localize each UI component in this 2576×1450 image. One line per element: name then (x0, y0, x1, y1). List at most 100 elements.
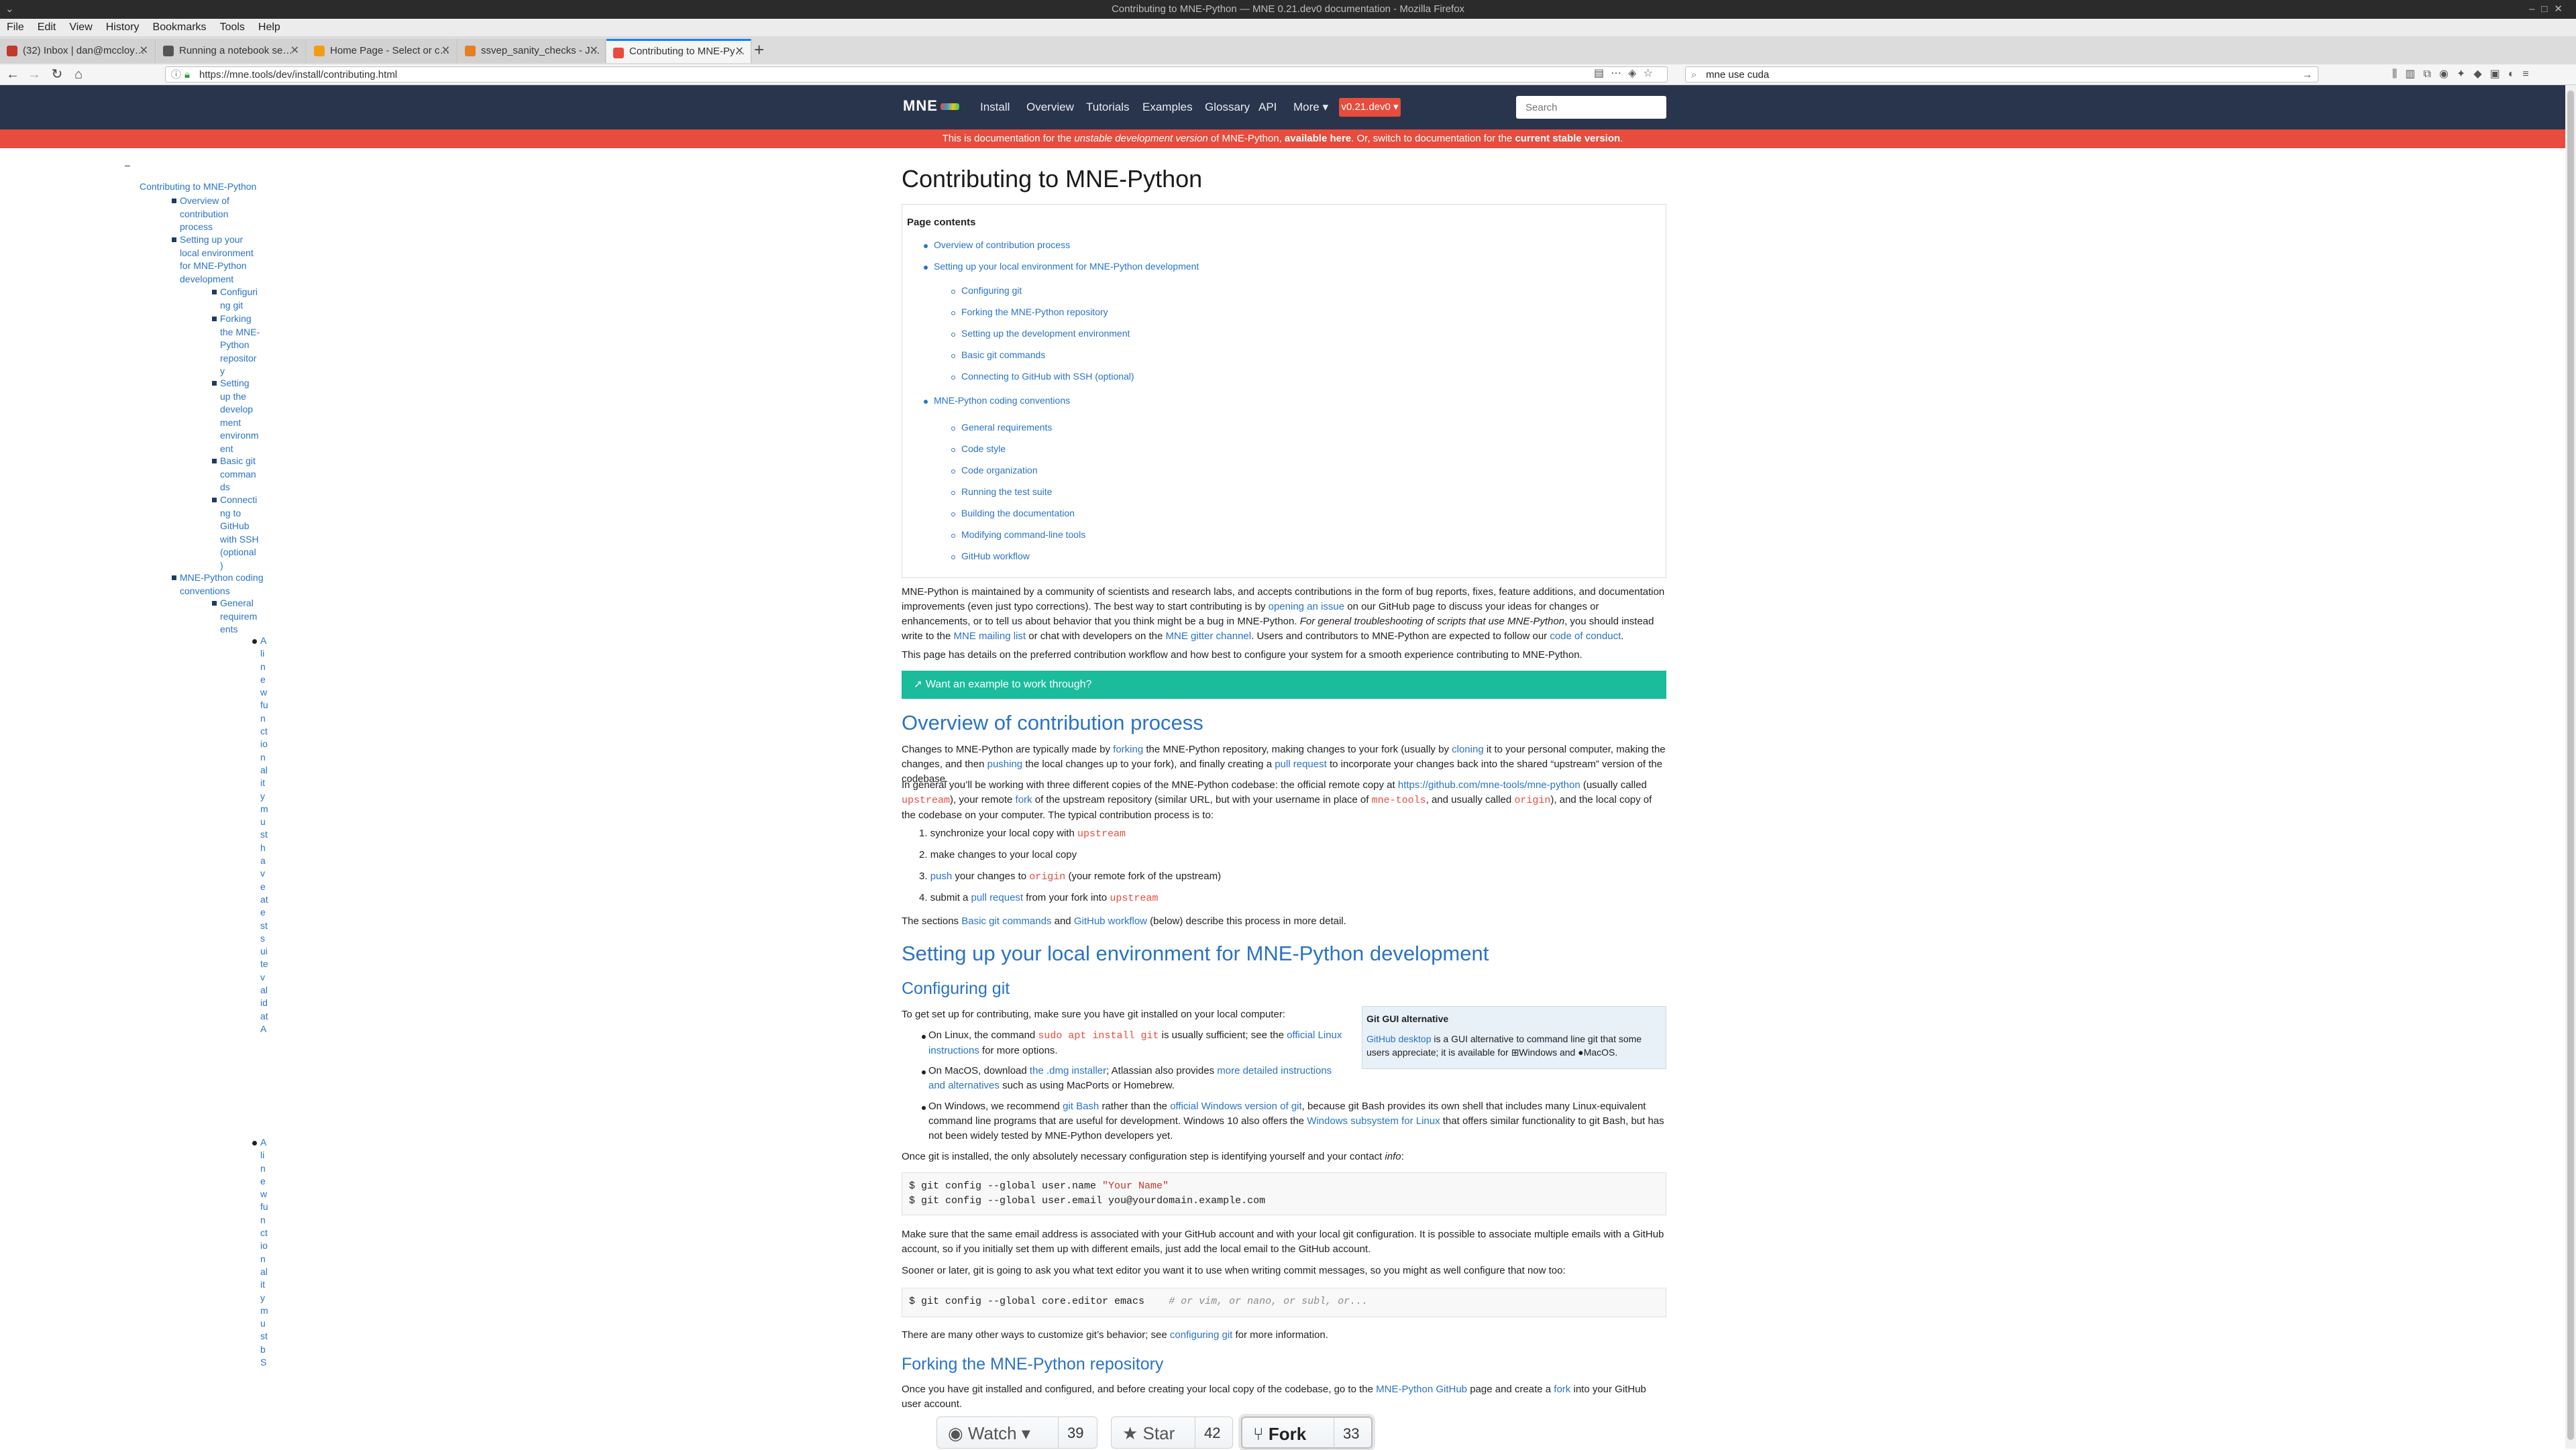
gitter-link[interactable]: MNE gitter channel (1166, 630, 1252, 642)
tab-notebook[interactable]: Running a notebook se… ✕ (156, 39, 307, 63)
site-search-input[interactable] (1516, 96, 1666, 119)
extension-icon[interactable]: ◐ (2508, 68, 2523, 80)
opening-an-issue-link[interactable]: opening an issue (1269, 601, 1344, 612)
sidebar-icon[interactable]: ▥ (2405, 68, 2423, 80)
sidebar-item-configuring-git[interactable]: Configuri ng git (220, 286, 258, 312)
site-info-icon[interactable]: ⓘ (171, 67, 181, 83)
menu-history[interactable]: History (99, 19, 146, 36)
extension-icon[interactable]: ✦ (2457, 68, 2473, 80)
toc-link-general-req[interactable]: General requirements (961, 422, 1052, 433)
github-watch-button[interactable]: ◉ Watch ▾ 39 (936, 1416, 1097, 1449)
dmg-installer-link[interactable]: the .dmg installer (1030, 1065, 1106, 1076)
banner-stable-link[interactable]: current stable version (1515, 133, 1620, 144)
toc-link-dev-env[interactable]: Setting up the development environment (961, 328, 1130, 339)
nav-glossary[interactable]: Glossary (1205, 85, 1250, 129)
nav-api[interactable]: API (1258, 85, 1277, 129)
sidebar-item-setup[interactable]: Setting up your local environment for MNE-… (180, 233, 254, 286)
close-icon[interactable]: ✕ (441, 39, 450, 63)
sidebar-item-conventions[interactable]: MNE-Python coding conventions (180, 571, 264, 598)
search-bar[interactable]: ⌕ mne use cuda → (1685, 66, 2318, 82)
account-icon[interactable]: ◉ (2439, 68, 2457, 80)
tab-ssvep[interactable]: ssvep_sanity_checks - J… ✕ (458, 39, 606, 63)
toc-link-code-org[interactable]: Code organization (961, 465, 1038, 476)
code-of-conduct-link[interactable]: code of conduct (1550, 630, 1621, 642)
search-go-icon[interactable]: → (2302, 67, 2312, 83)
back-button[interactable]: ← (4, 66, 21, 83)
reload-button[interactable]: ↻ (48, 66, 66, 83)
forward-button[interactable]: → (25, 66, 43, 83)
forking-link[interactable]: forking (1113, 744, 1143, 755)
pushing-link[interactable]: pushing (987, 759, 1023, 770)
menu-help[interactable]: Help (252, 19, 287, 36)
example-dropdown-button[interactable]: ➚ Want an example to work through? (902, 671, 1666, 699)
close-icon[interactable]: ✕ (140, 39, 148, 63)
menu-view[interactable]: View (62, 19, 99, 36)
library-icon[interactable]: ⫼ (2392, 68, 2405, 80)
nav-overview[interactable]: Overview (1026, 85, 1074, 129)
url-bar[interactable]: ⓘ 🔒︎ https://mne.tools/dev/install/contr… (165, 66, 1668, 82)
window-menu-icon[interactable]: ⌄ (5, 0, 14, 19)
extension-icon[interactable]: ▣ (2490, 68, 2508, 80)
upstream-repo-link[interactable]: https://github.com/mne-tools/mne-python (1398, 779, 1580, 791)
menu-bookmarks[interactable]: Bookmarks (146, 19, 213, 36)
pull-request-link[interactable]: pull request (1275, 759, 1327, 770)
close-icon[interactable]: ✕ (290, 39, 299, 63)
home-button[interactable]: ⌂ (70, 66, 87, 83)
fork-link[interactable]: fork (1554, 1384, 1570, 1395)
toc-link-ssh[interactable]: Connecting to GitHub with SSH (optional) (961, 371, 1134, 382)
menu-file[interactable]: File (0, 19, 31, 36)
toc-link-cli[interactable]: Modifying command-line tools (961, 529, 1085, 540)
mne-github-link[interactable]: MNE-Python GitHub (1376, 1384, 1467, 1395)
sidebar-narrow-text[interactable]: Alinewfunctionalitymusthaveatestsuiteval… (260, 634, 268, 1036)
mne-logo[interactable]: MNE (903, 97, 959, 115)
github-fork-button[interactable]: ⑂ Fork 33 (1241, 1416, 1373, 1449)
sidebar-item-overview[interactable]: Overview of contribution process (180, 194, 229, 234)
banner-dev-link[interactable]: available here (1285, 133, 1351, 144)
tab-contributing[interactable]: Contributing to MNE-Py… ✕ (606, 39, 751, 63)
nav-tutorials[interactable]: Tutorials (1086, 85, 1130, 129)
push-link[interactable]: push (930, 871, 953, 882)
fork-link[interactable]: fork (1016, 794, 1032, 805)
toc-link-basic-git[interactable]: Basic git commands (961, 349, 1045, 360)
toc-link-setup[interactable]: Setting up your local environment for MN… (934, 261, 1199, 272)
sidebar-narrow-text[interactable]: AlinewfunctionalitymustbS (260, 1136, 268, 1369)
toc-link-code-style[interactable]: Code style (961, 443, 1006, 454)
menu-edit[interactable]: Edit (31, 19, 63, 36)
code-block-editor[interactable]: $ git config --global core.editor emacs … (902, 1288, 1666, 1317)
close-icon[interactable]: ✕ (590, 39, 598, 63)
tab-inbox[interactable]: (32) Inbox | dan@mccloy… ✕ (0, 39, 156, 63)
github-workflow-link[interactable]: GitHub workflow (1074, 915, 1147, 927)
menu-tools[interactable]: Tools (213, 19, 252, 36)
toc-link-github-workflow[interactable]: GitHub workflow (961, 551, 1030, 561)
toc-link-configuring-git[interactable]: Configuring git (961, 285, 1022, 296)
search-text[interactable]: mne use cuda (1706, 69, 1769, 80)
sidebar-item-general-req[interactable]: General requirem ents (220, 597, 257, 636)
version-dropdown[interactable]: v0.21.dev0 ▾ (1339, 98, 1401, 117)
extension-icon[interactable]: ◆ (2473, 68, 2489, 80)
github-star-button[interactable]: ★ Star 42 (1111, 1416, 1233, 1449)
bookmark-star-icon[interactable]: ☆ (1643, 68, 1659, 79)
toc-link-docs[interactable]: Building the documentation (961, 508, 1075, 518)
toc-link-conventions[interactable]: MNE-Python coding conventions (934, 395, 1070, 406)
url-text[interactable]: https://mne.tools/dev/install/contributi… (199, 69, 397, 80)
sidebar-item-dev-env[interactable]: Setting up the develop ment environm ent (220, 377, 259, 455)
github-desktop-link[interactable]: GitHub desktop (1366, 1034, 1432, 1044)
nav-examples[interactable]: Examples (1142, 85, 1193, 129)
sidebar-item-forking[interactable]: Forking the MNE- Python repositor y (220, 313, 260, 378)
nav-more[interactable]: More ▾ (1293, 85, 1328, 129)
toc-link-tests[interactable]: Running the test suite (961, 486, 1052, 497)
wsl-link[interactable]: Windows subsystem for Linux (1307, 1115, 1440, 1127)
lock-icon[interactable]: 🔒︎ (184, 67, 190, 83)
tab-jupyter-home[interactable]: Home Page - Select or c… ✕ (307, 39, 458, 63)
nav-install[interactable]: Install (980, 85, 1010, 129)
sidebar-item-basic-git[interactable]: Basic git comman ds (220, 455, 256, 494)
sidebar-item-ssh[interactable]: Connecti ng to GitHub with SSH (optional) (220, 494, 259, 572)
reader-view-icon[interactable]: ▤ (1594, 68, 1611, 79)
toc-link-overview[interactable]: Overview of contribution process (934, 239, 1070, 250)
page-actions-icon[interactable]: ⋯ (1611, 68, 1628, 79)
close-icon[interactable]: ✕ (735, 41, 744, 62)
vertical-scrollbar[interactable] (2565, 85, 2576, 1449)
basic-git-link[interactable]: Basic git commands (961, 915, 1051, 927)
code-block-user-config[interactable]: $ git config --global user.name "Your Na… (902, 1172, 1666, 1215)
toc-link-forking[interactable]: Forking the MNE-Python repository (961, 306, 1108, 317)
